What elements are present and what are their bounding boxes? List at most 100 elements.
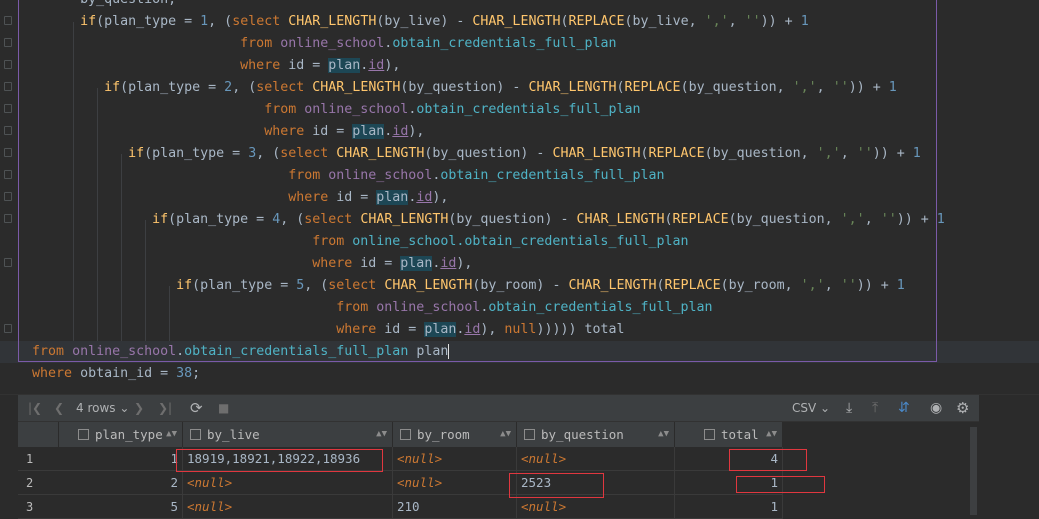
last-page-icon[interactable]: ❯| [158,395,172,421]
table-cell[interactable]: <null> [517,447,675,471]
table-cell[interactable]: 1 [59,447,183,471]
code-line[interactable]: where id = plan.id), [0,187,448,209]
row-number[interactable]: 2 [18,471,59,495]
row-number[interactable]: 1 [18,447,59,471]
code-line[interactable]: from online_school.obtain_credentials_fu… [0,341,450,363]
prev-page-icon[interactable]: ❮ [54,395,64,421]
code-token: by_question, [80,0,176,7]
code-token: obtain_credentials_full_plan [416,102,641,117]
column-header-plan-type[interactable]: plan_type ▲▼ [59,422,183,447]
code-line[interactable]: if(plan_type = 1, (select CHAR_LENGTH(by… [0,11,809,33]
code-token: , [864,212,881,227]
table-cell[interactable]: <null> [393,471,517,495]
code-token: (by_room) - [472,278,569,293]
column-icon [190,429,201,440]
code-token: CHAR_LENGTH [360,212,449,227]
sort-icon[interactable]: ▲▼ [658,422,669,447]
code-token: ',' [816,146,841,161]
column-header-by-live[interactable]: by_live ▲▼ [183,422,393,447]
code-line[interactable]: where id = plan.id), null))))) total [0,319,625,341]
code-token: (by_question, [680,80,793,95]
code-line[interactable]: where id = plan.id), [0,55,400,77]
column-icon [78,429,89,440]
table-cell[interactable]: <null> [183,495,393,519]
table-cell[interactable]: <null> [183,471,393,495]
code-token: '' [856,146,873,161]
code-token: REPLACE [624,80,681,95]
upload-icon[interactable]: ⤒ [872,395,878,421]
eye-icon[interactable]: ◉ [930,395,942,421]
code-token: online_school [304,102,409,117]
code-token: plan [376,190,409,205]
table-cell[interactable]: 2 [59,471,183,495]
download-icon[interactable]: ⤓ [846,395,852,421]
code-token: CHAR_LENGTH [288,14,377,29]
code-line[interactable]: from online_school.obtain_credentials_fu… [0,165,664,187]
code-token: id [464,322,481,337]
compare-icon[interactable]: ⇵ [898,395,910,421]
vertical-scrollbar[interactable] [970,427,977,515]
annotation-box [509,473,604,498]
annotation-box [176,449,383,472]
code-token: CHAR_LENGTH [552,146,641,161]
code-token: CHAR_LENGTH [576,212,665,227]
column-header-by-room[interactable]: by_room ▲▼ [393,422,517,447]
sort-icon[interactable]: ▲▼ [766,422,777,447]
table-cell[interactable]: <null> [393,447,517,471]
code-token: where [336,322,377,337]
code-line[interactable]: by_question, [0,0,176,11]
code-token: online_school [280,36,385,51]
code-line[interactable]: from online_school.obtain_credentials_fu… [0,297,712,319]
refresh-icon[interactable]: ⟳ [190,395,203,421]
gear-icon[interactable]: ⚙ [956,395,969,421]
table-cell[interactable]: 1 [675,495,783,519]
column-header-by-question[interactable]: by_question ▲▼ [517,422,675,447]
code-line[interactable]: where id = plan.id), [0,253,472,275]
code-line[interactable]: from online_school.obtain_credentials_fu… [0,33,616,55]
code-line[interactable]: if(plan_type = 4, (select CHAR_LENGTH(by… [0,209,945,231]
code-token: 3 [248,146,257,161]
table-cell[interactable]: 5 [59,495,183,519]
format-dropdown[interactable]: CSV ⌄ [792,395,830,421]
table-cell[interactable]: <null> [517,495,675,519]
code-line[interactable]: if(plan_type = 3, (select CHAR_LENGTH(by… [0,143,921,165]
code-token: (plan_type = [192,278,297,293]
rows-count-dropdown[interactable]: 4 rows ⌄ [76,395,129,421]
code-token: obtain_id = [72,366,177,381]
code-line[interactable]: where id = plan.id), [0,121,424,143]
code-token: obtain_credentials_full_plan [392,36,617,51]
sort-icon[interactable]: ▲▼ [500,422,511,447]
sort-icon[interactable]: ▲▼ [166,422,177,447]
code-line[interactable]: from online_school.obtain_credentials_fu… [0,99,640,121]
code-token: if [176,278,193,293]
code-line[interactable]: if(plan_type = 5, (select CHAR_LENGTH(by… [0,275,905,297]
sort-icon[interactable]: ▲▼ [376,422,387,447]
code-token: 1 [936,212,945,227]
code-line[interactable]: from online_school.obtain_credentials_fu… [0,231,688,253]
code-token: . [176,344,185,359]
code-token: plan [408,344,449,359]
code-token: id [440,256,457,271]
table-cell[interactable]: 210 [393,495,517,519]
code-line[interactable]: where obtain_id = 38; [0,363,200,385]
row-number[interactable]: 3 [18,495,59,519]
code-token: (by_room, [720,278,801,293]
code-token: 1 [896,278,905,293]
code-editor[interactable]: by_question, if(plan_type = 1, (select C… [0,0,1039,394]
code-token: online_school [328,168,433,183]
code-token: (by_live, [624,14,705,29]
code-line[interactable]: if(plan_type = 2, (select CHAR_LENGTH(by… [0,77,897,99]
code-token: CHAR_LENGTH [312,80,401,95]
stop-icon[interactable]: ■ [218,395,229,421]
next-page-icon[interactable]: ❯ [134,395,144,421]
code-token: if [128,146,145,161]
first-page-icon[interactable]: |❮ [28,395,42,421]
code-token: from [32,344,65,359]
column-header-total[interactable]: total ▲▼ [675,422,783,447]
